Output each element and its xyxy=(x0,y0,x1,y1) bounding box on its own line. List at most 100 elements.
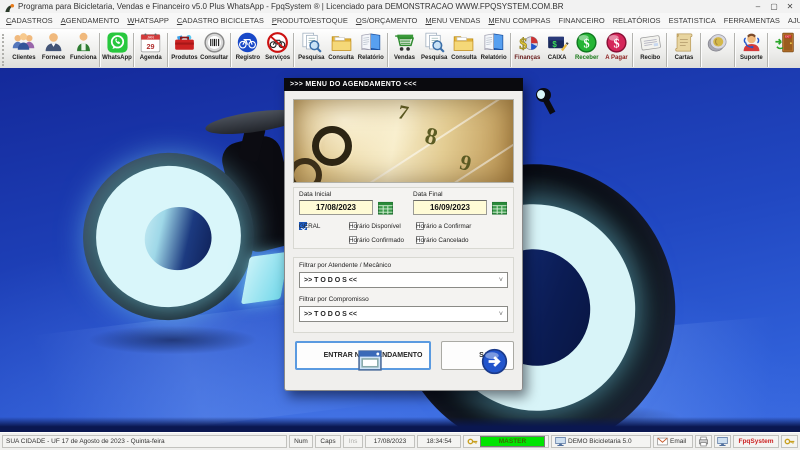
toolbar-button-label: Receber xyxy=(575,54,599,62)
sair-button[interactable]: SAIR xyxy=(441,341,514,370)
checkbox-geral[interactable]: GERAL xyxy=(299,222,307,230)
chevron-down-icon: ˅ xyxy=(499,311,503,318)
menu-item-label: RELATÓRIOS xyxy=(613,16,661,25)
toolbar-separator xyxy=(767,33,769,67)
toolbar-button-coin[interactable] xyxy=(703,30,733,70)
toolbar-button-financas[interactable]: $Finanças xyxy=(513,30,543,70)
toolbar-button-agenda[interactable]: JAN29Agenda xyxy=(136,30,166,70)
menu-item-ferramentas[interactable]: FERRAMENTAS xyxy=(720,16,784,25)
status-num: Num xyxy=(289,435,313,448)
toolbar-button-fornece[interactable]: Fornece xyxy=(39,30,69,70)
app-logo-icon xyxy=(4,1,15,12)
toolbar-button-caixa[interactable]: $CAIXA xyxy=(542,30,572,70)
toolbar-button-whatsapp[interactable]: WhatsApp xyxy=(102,30,132,70)
toolbar-button-cartas[interactable]: Cartas xyxy=(669,30,699,70)
toolbar-button-label: Clientes xyxy=(12,54,35,62)
checkbox-horario-a-confirmar[interactable]: Horário a Confirmar xyxy=(416,222,424,230)
toolbar-button-consultar[interactable]: Consultar xyxy=(199,30,229,70)
toolbar-button-clientes[interactable]: Clientes xyxy=(9,30,39,70)
toolbar-button-funciona[interactable]: Funciona xyxy=(68,30,98,70)
menu-item-menu-compras[interactable]: MENU COMPRAS xyxy=(484,16,554,25)
status-printer-panel[interactable] xyxy=(695,435,712,448)
monitor-icon xyxy=(717,436,728,447)
calendar-photo: 7 8 9 xyxy=(293,99,514,183)
date-start-field[interactable]: 17/08/2023 xyxy=(299,200,373,215)
checkbox-horario-disponivel[interactable]: Horário Disponível xyxy=(349,222,357,230)
window-title: Programa para Bicicletaria, Vendas e Fin… xyxy=(18,2,750,11)
date-start-label: Data Inicial xyxy=(299,191,331,198)
date-end-field[interactable]: 16/09/2023 xyxy=(413,200,487,215)
bike-red-icon xyxy=(266,31,289,54)
status-email-panel[interactable]: Email xyxy=(653,435,693,448)
toolbar-separator xyxy=(230,33,232,67)
menu-item-ajuda[interactable]: AJUDA xyxy=(784,16,800,25)
scene-bottom-shade xyxy=(0,417,800,432)
menu-item-os-orcamento[interactable]: OS/ORÇAMENTO xyxy=(352,16,422,25)
status-caps: Caps xyxy=(315,435,341,448)
menu-item-whatsapp[interactable]: WHATSAPP xyxy=(123,16,173,25)
toolbar-button-label: Fornece xyxy=(42,54,65,62)
window-controls: – ▢ ✕ xyxy=(750,0,798,13)
toolbar-button-recibo[interactable]: Recibo xyxy=(635,30,665,70)
window-form-icon xyxy=(304,348,319,363)
enter-agendamento-button[interactable]: ENTRAR NO AGENDAMENTO xyxy=(295,341,431,370)
menu-item-label: OS/ORÇAMENTO xyxy=(356,16,418,25)
filter-attendant-select[interactable]: >> T O D O S << ˅ xyxy=(299,272,508,288)
menu-item-agendamento[interactable]: AGENDAMENTO xyxy=(57,16,124,25)
toolbar: Clientes ForneceFuncionaWhatsAppJAN29Agen… xyxy=(0,29,800,71)
toolbar-button-produtos[interactable]: Produtos xyxy=(170,30,200,70)
close-icon[interactable]: ✕ xyxy=(782,0,798,13)
whatsapp-icon xyxy=(106,31,129,54)
minimize-icon[interactable]: – xyxy=(750,0,766,13)
status-monitor-panel[interactable] xyxy=(714,435,731,448)
toolbar-button-pesquisa[interactable]: Pesquisa xyxy=(296,30,326,70)
menu-item-cadastros[interactable]: CADASTROS xyxy=(2,16,57,25)
checkbox-horario-confirmado[interactable]: Horário Confirmado xyxy=(349,236,357,244)
toolbar-button-exit-door[interactable]: EXIT xyxy=(770,30,800,70)
cart-icon xyxy=(393,31,416,54)
menu-item-label: WHATSAPP xyxy=(127,16,169,25)
toolbar-button-consulta[interactable]: Consulta xyxy=(449,30,479,70)
filter-commitment-select[interactable]: >> T O D O S << ˅ xyxy=(299,306,508,322)
status-user-badge: MASTER xyxy=(480,436,545,447)
person-icon xyxy=(42,31,65,54)
toolbar-button-relatorio[interactable]: Relatório xyxy=(356,30,386,70)
date-end-calendar-button[interactable] xyxy=(492,201,507,215)
date-start-calendar-button[interactable] xyxy=(378,201,393,215)
coin-red-icon: $ xyxy=(605,31,628,54)
front-wheel-shadow xyxy=(55,320,290,360)
menu-item-financeiro[interactable]: FINANCEIRO xyxy=(555,16,609,25)
toolbar-button-a-pagar[interactable]: $A Pagar xyxy=(602,30,632,70)
bike-blue-icon xyxy=(236,31,259,54)
coin-icon xyxy=(706,31,729,54)
status-bar: SUA CIDADE - UF 17 de Agosto de 2023 - Q… xyxy=(0,432,800,450)
coin-green-icon: $ xyxy=(575,31,598,54)
arrow-circle-icon xyxy=(459,348,474,363)
toolbar-button-label: Registro xyxy=(236,54,260,62)
main-background-scene: >>> MENU DO AGENDAMENTO <<< 7 8 9 Data I… xyxy=(0,68,800,432)
toolbar-button-servicos[interactable]: Serviços xyxy=(263,30,293,70)
menu-item-menu-vendas[interactable]: MENU VENDAS xyxy=(421,16,484,25)
status-brand: FpqSystem xyxy=(733,435,779,448)
toolbar-button-receber[interactable]: $Receber xyxy=(572,30,602,70)
toolbar-button-label: Consulta xyxy=(328,54,354,62)
maximize-icon[interactable]: ▢ xyxy=(766,0,782,13)
monitor-icon xyxy=(555,436,566,447)
checkbox-horario-cancelado[interactable]: Horário Cancelado xyxy=(416,236,424,244)
toolbar-button-label: Cartas xyxy=(675,54,694,62)
menu-item-relatorios[interactable]: RELATÓRIOS xyxy=(609,16,665,25)
toolbar-button-suporte[interactable]: Suporte xyxy=(737,30,767,70)
toolbar-button-relatorio[interactable]: Relatório xyxy=(479,30,509,70)
menu-item-cadastro-bicicletas[interactable]: CADASTRO BICICLETAS xyxy=(173,16,268,25)
toolbar-button-consulta[interactable]: Consulta xyxy=(326,30,356,70)
toolbar-button-vendas[interactable]: Vendas xyxy=(390,30,420,70)
toolbar-button-pesquisa[interactable]: Pesquisa xyxy=(419,30,449,70)
menu-item-produto-estoque[interactable]: PRODUTO/ESTOQUE xyxy=(268,16,352,25)
status-user-panel: MASTER xyxy=(463,435,549,448)
menu-item-estatistica[interactable]: ESTATISTICA xyxy=(665,16,720,25)
toolbar-button-label: Produtos xyxy=(171,54,197,62)
status-key-panel xyxy=(781,435,798,448)
toolbar-button-registro[interactable]: Registro xyxy=(233,30,263,70)
status-location: SUA CIDADE - UF 17 de Agosto de 2023 - Q… xyxy=(2,435,287,448)
toolbar-button-label: Pesquisa xyxy=(421,54,447,62)
